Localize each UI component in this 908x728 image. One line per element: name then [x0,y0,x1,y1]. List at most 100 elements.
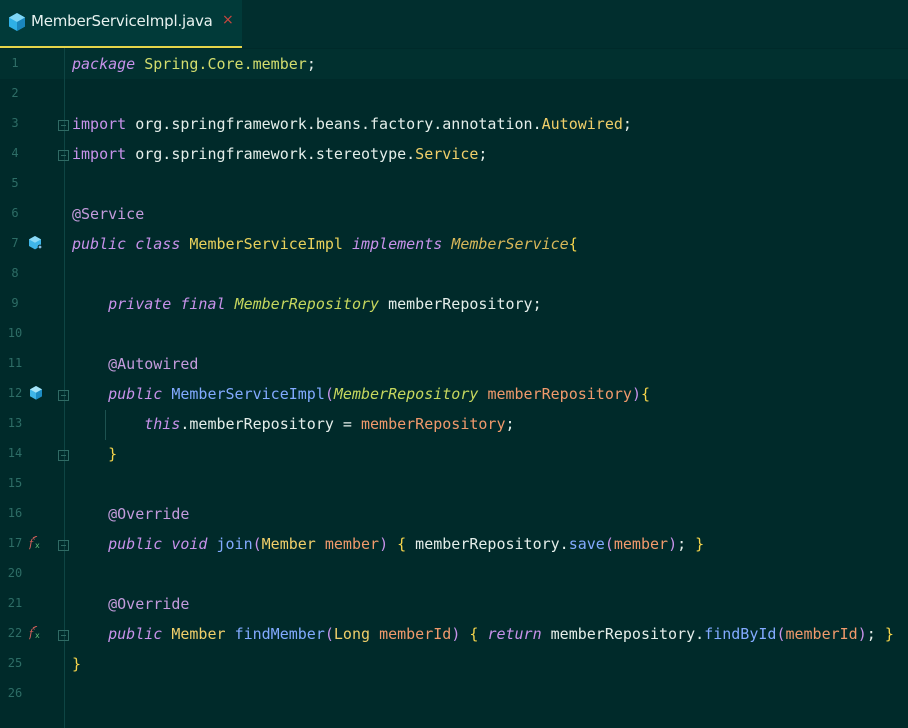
code-token: ( [604,535,614,553]
code-text: import org.springframework.stereotype.Se… [72,145,487,163]
code-line[interactable]: 20 [0,559,908,589]
code-text: } [72,445,117,463]
fold-icon[interactable] [58,390,69,401]
code-line[interactable]: 17 f x public void join(Member member) { m… [0,529,908,559]
line-number: 15 [7,476,23,490]
code-token: @Override [108,505,190,523]
code-token: join [216,535,253,553]
code-token: private [108,295,172,313]
line-number: 2 [11,86,19,100]
java-class-icon [9,13,25,31]
code-line[interactable]: 4 import org.springframework.stereotype.S… [0,139,908,169]
code-text: @Override [72,595,189,613]
code-token: memberRepository; [379,295,542,313]
editor-tab-bar: MemberServiceImpl.java × [0,0,908,48]
line-number: 17 [7,536,23,550]
code-line[interactable]: 16 @Override [0,499,908,529]
code-token: MemberRepository [234,295,380,313]
code-text: private final MemberRepository memberRep… [72,295,542,313]
fold-icon[interactable] [58,120,69,131]
line-number: 7 [11,236,19,250]
code-line[interactable]: 1 package Spring.Core.member; [0,49,908,79]
fold-icon[interactable] [58,150,69,161]
code-token: memberRepository. [541,625,705,643]
code-line[interactable]: 6 @Service [0,199,908,229]
code-text: public MemberServiceImpl(MemberRepositor… [72,385,650,403]
code-token: public [108,625,163,643]
code-token: ; [306,55,316,73]
code-line[interactable]: 11 @Autowired [0,349,908,379]
code-line[interactable]: 13 this.memberRepository = memberReposit… [0,409,908,439]
code-token: ) [668,535,678,553]
line-number: 26 [7,686,23,700]
code-token: ) [631,385,641,403]
code-line[interactable]: 3 import org.springframework.beans.factor… [0,109,908,139]
code-line[interactable]: 9 private final MemberRepository memberR… [0,289,908,319]
code-line[interactable]: 5 [0,169,908,199]
close-icon[interactable]: × [222,12,234,28]
fold-icon[interactable] [58,630,69,641]
code-token: ; [677,535,687,553]
code-token: findById [704,625,777,643]
code-token: Long [333,625,371,643]
line-number: 4 [11,146,19,160]
code-line[interactable]: 21 @Override [0,589,908,619]
override-icon[interactable]: fx [29,536,43,550]
code-token: ) [379,535,389,553]
code-line[interactable]: 15 [0,469,908,499]
code-token: memberRepository [361,415,506,433]
code-line[interactable]: 8 [0,259,908,289]
implementation-icon[interactable] [29,236,43,250]
code-line[interactable]: 7 public class MemberServiceImpl implemen… [0,229,908,259]
bean-icon[interactable] [29,386,43,400]
code-token: class [135,235,181,253]
line-number: 3 [11,116,19,130]
fold-icon[interactable] [58,450,69,461]
code-editor[interactable]: 1 package Spring.Core.member; 2 3 import org… [0,48,908,728]
code-token: implements [351,235,443,253]
fold-icon[interactable] [58,540,69,551]
code-token: ( [324,625,334,643]
line-number: 11 [7,356,23,370]
line-number: 9 [11,296,19,310]
code-line[interactable]: 22 f x public Member findMember(Long membe… [0,619,908,649]
code-token: Spring.Core.member [144,55,307,73]
code-line[interactable]: 26 [0,679,908,709]
code-token: package [72,55,136,73]
code-line[interactable]: 12 public MemberServiceImpl(MemberReposi… [0,379,908,409]
code-line[interactable]: 25} [0,649,908,679]
code-token: .memberRepository = [180,415,361,433]
code-token: { [640,385,650,403]
code-token: ( [252,535,262,553]
code-token: org.springframework.beans.factory.annota… [126,115,542,133]
line-number: 16 [7,506,23,520]
code-token: ; [866,625,876,643]
code-token: public [108,535,163,553]
code-line[interactable]: 10 [0,319,908,349]
override-icon[interactable]: fx [29,626,43,640]
code-token: void [171,535,208,553]
tab-memberserviceimpl[interactable]: MemberServiceImpl.java × [0,0,242,48]
code-line[interactable]: 2 [0,79,908,109]
code-text: @Service [72,205,144,223]
code-line[interactable]: 14 } [0,439,908,469]
code-token: import [72,145,127,163]
code-token: ) [857,625,867,643]
code-token: public [72,235,127,253]
